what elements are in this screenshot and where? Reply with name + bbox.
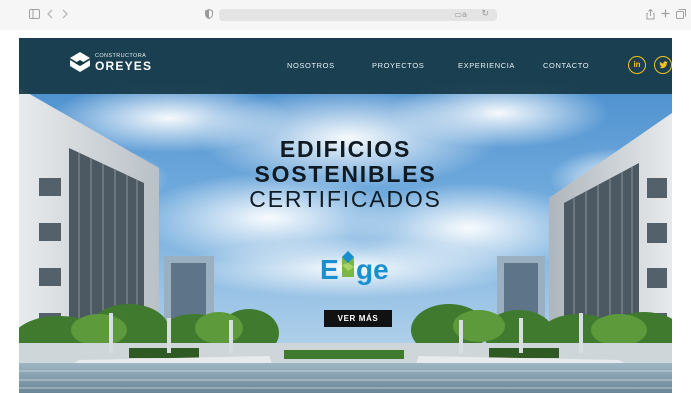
plus-icon[interactable] xyxy=(661,9,670,20)
ver-mas-button[interactable]: VER MÁS xyxy=(324,310,392,327)
svg-text:ge: ge xyxy=(356,254,389,285)
linkedin-icon[interactable]: in xyxy=(628,56,646,74)
site-logo[interactable]: CONSTRUCTORA OREYES xyxy=(69,51,152,75)
hero-headline: EDIFICIOS SOSTENIBLES CERTIFICADOS xyxy=(19,138,672,213)
logo-title: OREYES xyxy=(95,59,153,74)
edge-certification-logo: E ge xyxy=(320,251,389,285)
twitter-bird-icon xyxy=(658,61,668,69)
svg-text:E: E xyxy=(320,254,339,285)
nav-item-proyectos[interactable]: PROYECTOS xyxy=(372,61,424,70)
nav-item-experiencia[interactable]: EXPERIENCIA xyxy=(458,61,515,70)
nav-item-nosotros[interactable]: NOSOTROS xyxy=(287,61,335,70)
nav-item-contacto[interactable]: CONTACTO xyxy=(543,61,589,70)
headline-line-1: EDIFICIOS xyxy=(279,136,412,162)
browser-toolbar: ▭a ↻ xyxy=(0,0,691,30)
tabs-icon[interactable] xyxy=(676,9,686,21)
main-navigation: CONSTRUCTORA OREYES NOSOTROS PROYECTOS E… xyxy=(19,38,672,94)
address-bar[interactable]: ▭a ↻ xyxy=(219,9,497,21)
translate-icon[interactable]: ▭a xyxy=(455,10,467,19)
website-viewport: CONSTRUCTORA OREYES NOSOTROS PROYECTOS E… xyxy=(19,38,672,393)
sidebar-icon[interactable] xyxy=(29,9,40,21)
privacy-shield-icon[interactable] xyxy=(205,8,213,21)
logo-mark-icon xyxy=(70,52,90,72)
headline-line-3: CERTIFICADOS xyxy=(249,186,442,212)
twitter-icon[interactable] xyxy=(654,56,672,74)
headline-line-2: SOSTENIBLES xyxy=(254,161,437,187)
reload-icon[interactable]: ↻ xyxy=(481,9,489,19)
share-icon[interactable] xyxy=(646,8,655,22)
chevron-left-icon[interactable] xyxy=(47,9,53,21)
chevron-right-icon[interactable] xyxy=(62,9,68,21)
